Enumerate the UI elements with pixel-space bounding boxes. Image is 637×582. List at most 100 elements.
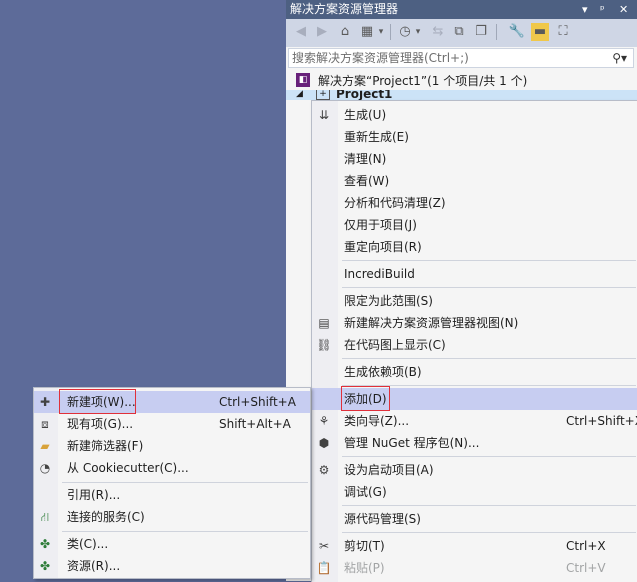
menu-item-label: 分析和代码清理(Z)	[344, 196, 446, 210]
menu-item-scope[interactable]: 限定为此范围(S)	[312, 290, 637, 312]
menu-item-resource[interactable]: ✤ 资源(R)...	[34, 555, 310, 577]
menu-item-label: 连接的服务(C)	[67, 510, 145, 524]
class-wizard-icon: ⚘	[318, 414, 330, 428]
solution-explorer-toolbar: ◀ ▶ ⌂ ▦ ▾ ◷ ▾ ⇆ ⧉ ❐ 🔧 ▬ ⛶	[286, 19, 637, 47]
chevron-down-icon[interactable]: ▾	[413, 23, 423, 41]
menu-item-shortcut: Ctrl+V	[566, 561, 606, 575]
menu-item-paste[interactable]: 📋 粘贴(P) Ctrl+V	[312, 557, 637, 579]
menu-item-shortcut: Ctrl+X	[566, 539, 606, 553]
menu-item-label: IncrediBuild	[344, 267, 415, 281]
chevron-down-icon[interactable]: ▾	[376, 23, 386, 41]
close-icon[interactable]: ✕	[619, 0, 628, 19]
project-node[interactable]: ◢ + Project1	[286, 90, 637, 100]
preview-icon[interactable]: ▬	[531, 23, 549, 41]
menu-item-build[interactable]: ⇊ 生成(U)	[312, 104, 637, 126]
menu-item-view[interactable]: 查看(W)	[312, 170, 637, 192]
nuget-icon: ⬢	[318, 436, 330, 450]
menu-item-label: 类(C)...	[67, 537, 109, 551]
menu-item-shortcut: Ctrl+Shift+X	[566, 414, 637, 428]
menu-item-retarget[interactable]: 重定向项目(R)	[312, 236, 637, 258]
menu-item-label: 生成依赖项(B)	[344, 365, 422, 379]
solution-node[interactable]: ◧ 解决方案“Project1”(1 个项目/共 1 个)	[296, 72, 626, 90]
cut-icon: ✂	[318, 539, 330, 553]
resource-icon: ✤	[39, 559, 51, 573]
menu-item-cut[interactable]: ✂ 剪切(T) Ctrl+X	[312, 535, 637, 557]
toolbar-separator	[496, 24, 497, 40]
menu-item-new-view[interactable]: ▤ 新建解决方案资源管理器视图(N)	[312, 312, 637, 334]
menu-item-label: 新建解决方案资源管理器视图(N)	[344, 316, 519, 330]
menu-item-clean[interactable]: 清理(N)	[312, 148, 637, 170]
menu-item-analyze[interactable]: 分析和代码清理(Z)	[312, 192, 637, 214]
search-input[interactable]: 搜索解决方案资源管理器(Ctrl+;)	[292, 49, 469, 67]
solution-icon: ◧	[296, 73, 310, 87]
menu-item-project-only[interactable]: 仅用于项目(J)	[312, 214, 637, 236]
menu-item-build-dependencies[interactable]: 生成依赖项(B)	[312, 361, 637, 383]
menu-separator	[342, 456, 636, 457]
menu-item-label: 粘贴(P)	[344, 561, 385, 575]
home-icon[interactable]: ⌂	[336, 23, 354, 41]
show-all-files-icon[interactable]: ❐	[472, 23, 490, 41]
menu-item-label: 源代码管理(S)	[344, 512, 421, 526]
menu-item-source-control[interactable]: 源代码管理(S)	[312, 508, 637, 530]
menu-item-incredibuild[interactable]: IncrediBuild	[312, 263, 637, 285]
solution-explorer-title-bar: 解决方案资源管理器 ▾ ᵖ ✕	[286, 0, 637, 19]
menu-item-label: 从 Cookiecutter(C)...	[67, 461, 189, 475]
menu-item-set-startup[interactable]: ⚙ 设为启动项目(A)	[312, 459, 637, 481]
menu-item-shortcut: Shift+Alt+A	[219, 417, 291, 431]
menu-item-label: 类向导(Z)...	[344, 414, 410, 428]
solution-explorer-search[interactable]: 搜索解决方案资源管理器(Ctrl+;) ⚲▾	[288, 48, 634, 68]
sync-icon[interactable]: ⇆	[429, 23, 447, 41]
menu-item-label: 管理 NuGet 程序包(N)...	[344, 436, 480, 450]
menu-item-label: 生成(U)	[344, 108, 387, 122]
toolbar-separator	[390, 24, 391, 40]
solution-explorer-title: 解决方案资源管理器	[290, 2, 399, 16]
add-class-icon: ✤	[39, 537, 51, 551]
switch-views-icon[interactable]: ▦	[358, 23, 376, 41]
menu-item-class-wizard[interactable]: ⚘ 类向导(Z)... Ctrl+Shift+X	[312, 410, 637, 432]
project-label: Project1	[336, 90, 393, 100]
menu-separator	[342, 532, 636, 533]
menu-item-label: 查看(W)	[344, 174, 390, 188]
menu-item-rebuild[interactable]: 重新生成(E)	[312, 126, 637, 148]
menu-separator	[342, 287, 636, 288]
add-submenu: ✚ 新建项(W)... Ctrl+Shift+A ⧈ 现有项(G)... Shi…	[33, 387, 311, 579]
code-map-icon: ⛓	[316, 338, 332, 352]
menu-separator	[342, 358, 636, 359]
search-icon[interactable]: ⚲▾	[612, 49, 627, 67]
cookiecutter-icon: ◔	[39, 461, 51, 475]
menu-item-label: 设为启动项目(A)	[344, 463, 434, 477]
class-view-icon[interactable]: ⛶	[554, 23, 572, 41]
menu-item-cookiecutter[interactable]: ◔ 从 Cookiecutter(C)...	[34, 457, 310, 479]
menu-item-existing-item[interactable]: ⧈ 现有项(G)... Shift+Alt+A	[34, 413, 310, 435]
new-item-icon: ✚	[39, 395, 51, 409]
menu-separator	[342, 260, 636, 261]
menu-item-label: 引用(R)...	[67, 488, 121, 502]
menu-separator	[342, 505, 636, 506]
connected-service-icon: ⛙	[40, 510, 50, 524]
build-icon: ⇊	[318, 108, 330, 122]
menu-item-new-filter[interactable]: ▰ 新建筛选器(F)	[34, 435, 310, 457]
menu-item-connected-service[interactable]: ⛙ 连接的服务(C)	[34, 506, 310, 528]
menu-item-label: 剪切(T)	[344, 539, 385, 553]
menu-item-label: 限定为此范围(S)	[344, 294, 433, 308]
pending-changes-icon[interactable]: ◷	[396, 23, 414, 41]
dropdown-icon[interactable]: ▾	[582, 0, 588, 19]
forward-icon[interactable]: ▶	[313, 23, 331, 41]
collapse-all-icon[interactable]: ⧉	[450, 23, 468, 41]
menu-item-label: 资源(R)...	[67, 559, 121, 573]
menu-item-nuget[interactable]: ⬢ 管理 NuGet 程序包(N)...	[312, 432, 637, 454]
pin-icon[interactable]: ᵖ	[600, 0, 605, 19]
gear-icon: ⚙	[318, 463, 330, 477]
menu-item-label: 仅用于项目(J)	[344, 218, 417, 232]
wrench-icon[interactable]: 🔧	[508, 23, 526, 41]
menu-item-label: 重新生成(E)	[344, 130, 409, 144]
menu-item-class[interactable]: ✤ 类(C)...	[34, 533, 310, 555]
back-icon[interactable]: ◀	[292, 23, 310, 41]
menu-item-debug[interactable]: 调试(G)	[312, 481, 637, 503]
menu-item-label: 现有项(G)...	[67, 417, 134, 431]
expand-arrow-icon[interactable]: ◢	[296, 90, 303, 100]
menu-item-code-map[interactable]: ⛓ 在代码图上显示(C)	[312, 334, 637, 356]
menu-item-reference[interactable]: 引用(R)...	[34, 484, 310, 506]
paste-icon: 📋	[316, 561, 332, 575]
solution-label: 解决方案“Project1”(1 个项目/共 1 个)	[318, 74, 528, 88]
